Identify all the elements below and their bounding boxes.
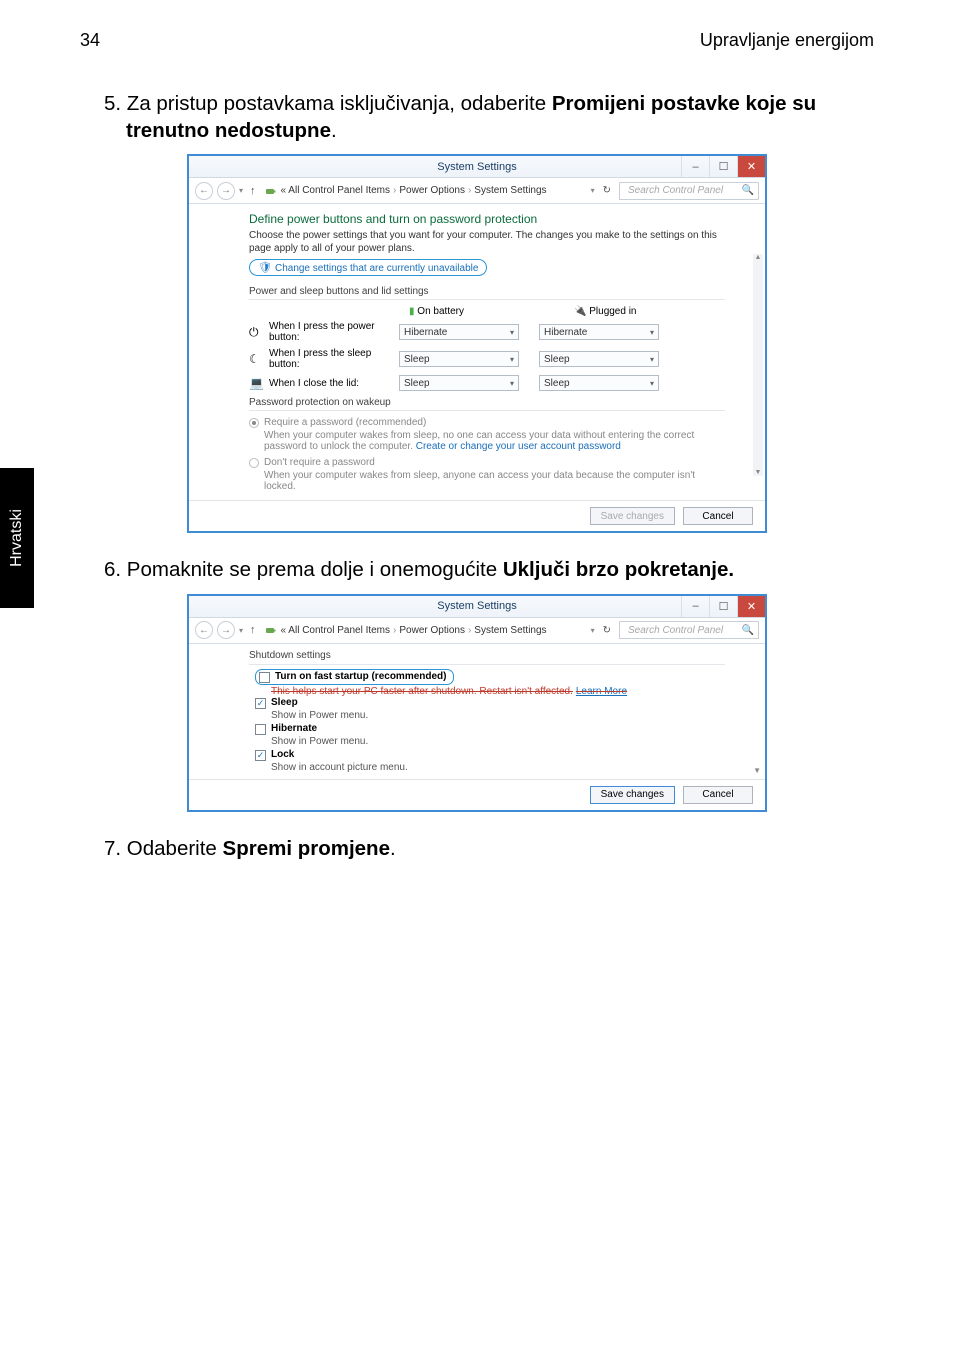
maximize-button[interactable]: ☐	[709, 156, 737, 177]
back-button[interactable]: ←	[195, 621, 213, 639]
minimize-button[interactable]: –	[681, 596, 709, 617]
sleep-button-battery-select[interactable]: Sleep▾	[399, 351, 519, 367]
power-button-plugged-select[interactable]: Hibernate▾	[539, 324, 659, 340]
history-dropdown-icon[interactable]: ▾	[239, 186, 243, 195]
fast-startup-checkbox[interactable]	[259, 672, 270, 683]
search-input[interactable]: Search Control Panel 🔍	[619, 182, 759, 200]
titlebar: System Settings – ☐ ✕	[189, 156, 765, 178]
fast-startup-desc: This helps start your PC faster after sh…	[271, 686, 725, 697]
save-changes-button[interactable]: Save changes	[590, 507, 675, 525]
chevron-down-icon: ▾	[510, 328, 514, 337]
section-title: Upravljanje energijom	[700, 30, 874, 51]
hibernate-checkbox[interactable]	[255, 724, 266, 735]
up-button[interactable]: ↑	[247, 185, 259, 197]
power-button-icon: ⏻	[249, 325, 269, 340]
sleep-button-icon: ☾	[249, 352, 269, 366]
group-password-label: Password protection on wakeup	[249, 397, 725, 408]
maximize-button[interactable]: ☐	[709, 596, 737, 617]
cancel-button[interactable]: Cancel	[683, 786, 753, 804]
lock-checkbox[interactable]: ✓	[255, 750, 266, 761]
history-dropdown-icon[interactable]: ▾	[239, 626, 243, 635]
chevron-down-icon: ▾	[650, 355, 654, 364]
radio-selected-icon	[249, 418, 259, 428]
power-options-icon	[263, 184, 277, 198]
require-password-desc: When your computer wakes from sleep, no …	[264, 430, 725, 452]
step-5-text: 5. Za pristup postavkama isključivanja, …	[126, 91, 874, 144]
lid-plugged-select[interactable]: Sleep▾	[539, 375, 659, 391]
battery-icon: ▮	[409, 306, 415, 317]
language-tab: Hrvatski	[0, 468, 34, 608]
row-close-lid: 💻 When I close the lid: Sleep▾ Sleep▾	[249, 375, 725, 391]
window-title: System Settings	[437, 600, 516, 612]
address-bar: ← → ▾ ↑ « All Control Panel Items›Power …	[189, 618, 765, 644]
no-password-radio: Don't require a password	[249, 457, 725, 468]
row-power-button: ⏻ When I press the power button: Hiberna…	[249, 321, 725, 343]
plug-icon: 🔌	[574, 306, 586, 317]
hibernate-desc: Show in Power menu.	[271, 736, 725, 747]
step-6-text: 6. Pomaknite se prema dolje i onemogućit…	[126, 557, 874, 584]
window-title: System Settings	[437, 161, 516, 173]
group-power-sleep-label: Power and sleep buttons and lid settings	[249, 286, 725, 297]
save-changes-button[interactable]: Save changes	[590, 786, 675, 804]
forward-button[interactable]: →	[217, 621, 235, 639]
fast-startup-highlight: Turn on fast startup (recommended)	[255, 669, 454, 685]
laptop-lid-icon: 💻	[249, 376, 269, 390]
uac-shield-icon: 🛡	[258, 262, 272, 274]
breadcrumb[interactable]: « All Control Panel Items›Power Options›…	[281, 625, 587, 636]
search-icon: 🔍	[742, 185, 754, 196]
forward-button[interactable]: →	[217, 182, 235, 200]
page-description: Choose the power settings that you want …	[249, 230, 725, 255]
back-button[interactable]: ←	[195, 182, 213, 200]
search-icon: 🔍	[742, 625, 754, 636]
learn-more-link[interactable]: Learn More	[576, 686, 627, 697]
require-password-radio: Require a password (recommended)	[249, 417, 725, 428]
language-label: Hrvatski	[8, 509, 26, 567]
address-bar: ← → ▾ ↑ « All Control Panel Items›Power …	[189, 178, 765, 204]
system-settings-window-2: System Settings – ☐ ✕ ← → ▾ ↑ « All Cont…	[187, 594, 767, 812]
refresh-button[interactable]: ↻	[599, 625, 615, 636]
no-password-desc: When your computer wakes from sleep, any…	[264, 470, 725, 492]
radio-unselected-icon	[249, 458, 259, 468]
page-heading: Define power buttons and turn on passwor…	[249, 212, 725, 226]
close-button[interactable]: ✕	[737, 596, 765, 617]
search-input[interactable]: Search Control Panel 🔍	[619, 621, 759, 639]
cancel-button[interactable]: Cancel	[683, 507, 753, 525]
power-options-icon	[263, 623, 277, 637]
row-sleep-button: ☾ When I press the sleep button: Sleep▾ …	[249, 348, 725, 370]
page-header: 34 Upravljanje energijom	[80, 30, 874, 51]
step-7-text: 7. Odaberite Spremi promjene.	[126, 836, 874, 863]
breadcrumb[interactable]: « All Control Panel Items›Power Options›…	[281, 185, 587, 196]
chevron-down-icon: ▾	[650, 328, 654, 337]
change-unavailable-settings-link[interactable]: 🛡Change settings that are currently unav…	[249, 259, 487, 276]
lid-battery-select[interactable]: Sleep▾	[399, 375, 519, 391]
vertical-scrollbar[interactable]	[753, 254, 763, 476]
close-button[interactable]: ✕	[737, 156, 765, 177]
shutdown-settings-label: Shutdown settings	[249, 650, 725, 661]
scroll-down-icon[interactable]: ▼	[753, 766, 761, 775]
sleep-desc: Show in Power menu.	[271, 710, 725, 721]
breadcrumb-dropdown-icon[interactable]: ▾	[591, 626, 595, 635]
create-password-link[interactable]: Create or change your user account passw…	[416, 441, 621, 452]
chevron-down-icon: ▾	[510, 355, 514, 364]
breadcrumb-dropdown-icon[interactable]: ▾	[591, 186, 595, 195]
lock-desc: Show in account picture menu.	[271, 762, 725, 773]
titlebar: System Settings – ☐ ✕	[189, 596, 765, 618]
power-button-battery-select[interactable]: Hibernate▾	[399, 324, 519, 340]
minimize-button[interactable]: –	[681, 156, 709, 177]
sleep-checkbox[interactable]: ✓	[255, 698, 266, 709]
chevron-down-icon: ▾	[510, 379, 514, 388]
system-settings-window-1: System Settings – ☐ ✕ ← → ▾ ↑ « All Cont…	[187, 154, 767, 533]
chevron-down-icon: ▾	[650, 379, 654, 388]
page-number: 34	[80, 30, 100, 51]
up-button[interactable]: ↑	[247, 624, 259, 636]
sleep-button-plugged-select[interactable]: Sleep▾	[539, 351, 659, 367]
refresh-button[interactable]: ↻	[599, 185, 615, 196]
